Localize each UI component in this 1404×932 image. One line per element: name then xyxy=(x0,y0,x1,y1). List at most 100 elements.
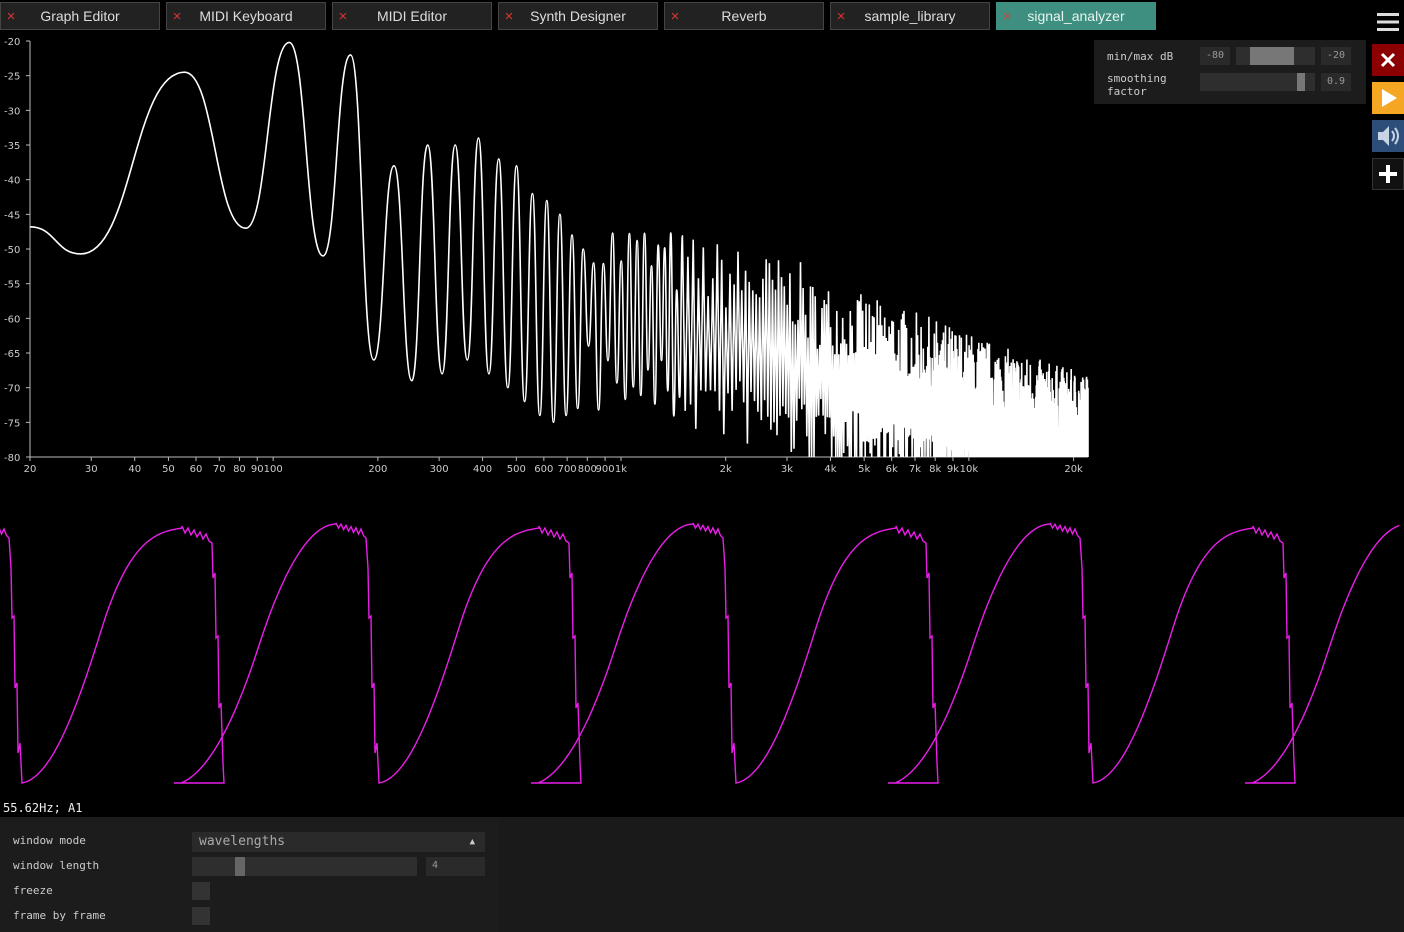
x-tick-label: 3k xyxy=(781,464,793,475)
y-tick-label: -65 xyxy=(4,349,20,360)
tab-label: Synth Designer xyxy=(530,8,626,24)
tab-reverb[interactable]: × Reverb xyxy=(664,2,824,30)
menu-button[interactable] xyxy=(1372,6,1404,38)
bottom-empty-area xyxy=(499,817,1404,932)
x-tick-label: 20 xyxy=(24,464,37,475)
menu-icon xyxy=(1377,13,1399,31)
close-button[interactable] xyxy=(1372,44,1404,76)
oscilloscope-svg xyxy=(0,522,1400,784)
y-tick-label: -70 xyxy=(4,384,20,395)
x-tick-label: 30 xyxy=(85,464,98,475)
window-length-handle[interactable] xyxy=(235,857,245,876)
y-tick-label: -80 xyxy=(4,453,20,464)
freeze-checkbox[interactable] xyxy=(192,882,210,900)
frame-by-frame-checkbox[interactable] xyxy=(192,907,210,925)
tab-label: MIDI Keyboard xyxy=(199,8,293,24)
y-tick-label: -20 xyxy=(4,37,20,48)
minmax-db-slider[interactable] xyxy=(1236,47,1315,65)
tab-label: sample_library xyxy=(864,8,956,24)
select-arrow-icon: ▲ xyxy=(469,837,475,847)
spectrum-svg: -20 -25 -30 -35 -40 -45 -50 -55 -60 -65 -70 -75 -80 2… xyxy=(4,37,1089,475)
tab-close-icon[interactable]: × xyxy=(502,3,516,30)
speaker-button[interactable] xyxy=(1372,120,1404,152)
x-tick-label: 20k xyxy=(1064,464,1083,475)
scope-controls: window mode wavelengths ▲ window length … xyxy=(0,817,499,932)
play-icon xyxy=(1382,89,1397,107)
tab-bar: × Graph Editor × MIDI Keyboard × MIDI Ed… xyxy=(0,0,1366,32)
window-mode-value: wavelengths xyxy=(199,834,286,849)
smoothing-slider-handle[interactable] xyxy=(1297,73,1305,91)
tab-midi-editor[interactable]: × MIDI Editor xyxy=(332,2,492,30)
x-tick-label: 10k xyxy=(960,464,979,475)
tab-graph-editor[interactable]: × Graph Editor xyxy=(0,2,160,30)
oscilloscope xyxy=(0,478,1404,816)
tab-close-icon[interactable]: × xyxy=(336,3,350,30)
y-tick-label: -45 xyxy=(4,210,20,221)
tab-synth-designer[interactable]: × Synth Designer xyxy=(498,2,658,30)
max-db-value[interactable]: -20 xyxy=(1321,47,1351,65)
x-tick-label: 50 xyxy=(162,464,175,475)
window-length-slider[interactable] xyxy=(192,857,417,876)
x-tick-label: 90 xyxy=(251,464,264,475)
window-mode-select[interactable]: wavelengths ▲ xyxy=(192,832,485,852)
x-tick-label: 600 xyxy=(534,464,553,475)
x-tick-label: 2k xyxy=(720,464,732,475)
tab-label: MIDI Editor xyxy=(376,8,447,24)
min-db-value[interactable]: -80 xyxy=(1200,47,1230,65)
waveform-line xyxy=(0,522,1400,784)
pitch-readout: 55.62Hz; A1 xyxy=(3,801,83,815)
tab-label: Reverb xyxy=(721,8,767,24)
x-tick-label: 200 xyxy=(368,464,387,475)
x-tick-label: 7k xyxy=(909,464,921,475)
x-tick-label: 40 xyxy=(128,464,141,475)
x-tick-label: 9k xyxy=(947,464,959,475)
smoothing-label: smoothing factor xyxy=(1107,72,1167,98)
smoothing-label-line2: factor xyxy=(1107,85,1147,98)
x-tick-label: 60 xyxy=(190,464,203,475)
x-tick-label: 1k xyxy=(615,464,627,475)
speaker-icon xyxy=(1378,126,1399,146)
x-tick-label: 900 xyxy=(596,464,615,475)
y-tick-label: -55 xyxy=(4,280,20,291)
spectrum-line xyxy=(29,41,1089,458)
spectrum-controls: min/max dB -80 -20 smoothing factor 0.9 xyxy=(1094,40,1366,104)
window-length-value[interactable]: 4 xyxy=(426,857,485,876)
y-tick-label: -75 xyxy=(4,418,20,429)
smoothing-value[interactable]: 0.9 xyxy=(1321,73,1351,91)
tab-sample-library[interactable]: × sample_library xyxy=(830,2,990,30)
tab-close-icon[interactable]: × xyxy=(668,3,682,30)
tab-close-icon[interactable]: × xyxy=(4,3,18,30)
x-tick-label: 8k xyxy=(929,464,941,475)
spectrum-chart: -20 -25 -30 -35 -40 -45 -50 -55 -60 -65 -70 -75 -80 2… xyxy=(0,32,1092,478)
y-tick-label: -35 xyxy=(4,141,20,152)
x-tick-label: 70 xyxy=(213,464,226,475)
x-tick-label: 800 xyxy=(578,464,597,475)
x-tick-label: 5k xyxy=(858,464,870,475)
smoothing-label-line1: smoothing xyxy=(1107,72,1167,85)
x-tick-label: 300 xyxy=(430,464,449,475)
play-button[interactable] xyxy=(1372,82,1404,114)
plus-icon xyxy=(1379,165,1397,183)
tab-label: signal_analyzer xyxy=(1027,8,1125,24)
y-tick-label: -60 xyxy=(4,314,20,325)
y-tick-label: -50 xyxy=(4,245,20,256)
window-mode-label: window mode xyxy=(13,834,86,847)
freeze-label: freeze xyxy=(13,884,53,897)
x-tick-label: 700 xyxy=(558,464,577,475)
tab-close-icon[interactable]: × xyxy=(1000,3,1014,30)
x-tick-label: 400 xyxy=(473,464,492,475)
tab-signal-analyzer[interactable]: × signal_analyzer xyxy=(996,2,1156,30)
x-tick-label: 4k xyxy=(824,464,836,475)
y-tick-label: -30 xyxy=(4,106,20,117)
add-button[interactable] xyxy=(1372,158,1404,190)
y-tick-label: -25 xyxy=(4,72,20,83)
frame-by-frame-label: frame by frame xyxy=(13,909,106,922)
tab-close-icon[interactable]: × xyxy=(834,3,848,30)
tab-midi-keyboard[interactable]: × MIDI Keyboard xyxy=(166,2,326,30)
x-tick-label: 100 xyxy=(264,464,283,475)
tab-label: Graph Editor xyxy=(40,8,120,24)
minmax-db-range[interactable] xyxy=(1250,47,1294,65)
close-icon xyxy=(1380,52,1396,68)
tab-close-icon[interactable]: × xyxy=(170,3,184,30)
smoothing-slider[interactable] xyxy=(1200,73,1315,91)
